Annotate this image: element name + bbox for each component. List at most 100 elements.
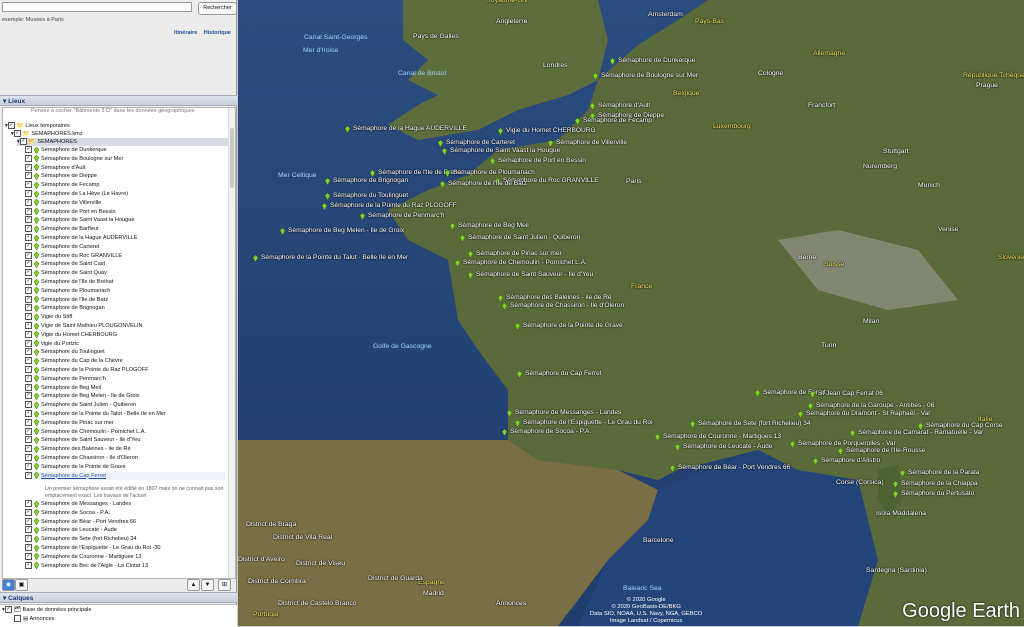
move-down-icon[interactable]: ▼	[201, 579, 214, 591]
placemark-item[interactable]: ✓ Sémaphore de Villerville	[25, 198, 101, 207]
placemark-item[interactable]: ✓ Sémaphore de Saint Quay	[25, 269, 107, 277]
checkbox[interactable]: ✓	[4, 606, 12, 614]
pushpin-icon[interactable]	[516, 370, 523, 380]
pushpin-icon[interactable]	[589, 102, 596, 112]
placemark-map-label[interactable]: Sémaphore de la Hague AUDERVILLE	[353, 125, 467, 132]
placemark-map-label[interactable]: Sémaphore de Carteret	[446, 139, 515, 146]
placemark-item[interactable]: ✓ Sémaphore de Chassiron - Ile d'Oleron	[25, 454, 138, 462]
placemark-item[interactable]: ✓ Sémaphore du Cap Ferret	[25, 471, 225, 480]
checkbox[interactable]: ✓	[25, 401, 32, 409]
pushpin-icon[interactable]	[609, 57, 616, 67]
placemark-item[interactable]: ✓ Vigie du Homet CHERBOURG	[25, 330, 117, 339]
placemark-map-label[interactable]: Sémaphore de l'Espiguette - Le Grau du R…	[523, 419, 653, 426]
placemark-map-label[interactable]: Sémaphore de Saint Julien - Quiberon	[468, 234, 580, 241]
pushpin-icon[interactable]	[892, 480, 899, 490]
pushpin-icon[interactable]	[574, 117, 581, 127]
placemark-map-label[interactable]: Sémaphore de Leucate - Aude	[683, 443, 772, 450]
checkbox[interactable]: ✓	[25, 286, 32, 294]
placemark-item[interactable]: ✓ Sémaphore du Roc GRANVILLE	[25, 251, 122, 260]
placemark-item[interactable]: ✓ Sémaphore des Baleines - ile de Ré	[25, 445, 131, 453]
placemark-item[interactable]: ✓ Sémaphore de La Hève (Le Havre)	[25, 190, 128, 198]
checkbox[interactable]: ✓	[25, 278, 32, 286]
pushpin-icon[interactable]	[454, 259, 461, 269]
placemark-map-label[interactable]: Sémaphore du Cap Ferret	[525, 370, 602, 377]
placemark-map-label[interactable]: Sémaphore du Dramont - St Raphaël - Var	[806, 410, 931, 417]
tour-icon[interactable]: ◉	[2, 579, 15, 591]
placemark-item[interactable]: ✓ Sémaphore de l'Ile de Batz	[25, 295, 108, 304]
placemark-item[interactable]: ✓ Sémaphore du Toulinguet	[25, 348, 105, 356]
placemark-map-label[interactable]: Sémaphore de Port en Bessin	[498, 157, 586, 164]
checkbox[interactable]: ✓	[25, 427, 32, 435]
pushpin-icon[interactable]	[321, 202, 328, 212]
placemark-item[interactable]: ✓ Sémaphore de Couronne - Martiguee 13	[25, 552, 141, 561]
pushpin-icon[interactable]	[849, 429, 856, 439]
layer-item-annonces[interactable]: ▤ Annonces	[14, 615, 54, 623]
layer-item-db[interactable]: ▾✓ 🗂 Base de données principale	[2, 606, 92, 614]
pushpin-icon[interactable]	[797, 410, 804, 420]
placemark-item[interactable]: ✓ Sémaphore du Cap de la Chèvre	[25, 357, 123, 365]
checkbox[interactable]: ✓	[25, 313, 32, 321]
placemark-map-label[interactable]: St Jean Cap Ferrat 06	[818, 390, 883, 397]
checkbox[interactable]: ✓	[25, 526, 32, 534]
tree-item-kmz[interactable]: ▾✓ 📁 SEMAPHORES.kmz	[11, 130, 83, 138]
placemark-map-label[interactable]: Sémaphore de la Pointe du Raz PLOGOFF	[330, 202, 457, 209]
placemark-item[interactable]: ✓ Sémaphore de Chemoulin - Pornichet L.A.	[25, 427, 146, 436]
checkbox[interactable]: ✓	[25, 462, 32, 470]
checkbox[interactable]: ✓	[25, 383, 32, 391]
placemark-map-label[interactable]: Sémaphore de Boulogne sur Mer	[601, 72, 698, 79]
pushpin-icon[interactable]	[917, 422, 924, 432]
placemark-item[interactable]: ✓ Sémaphore de Piriac sur mer	[25, 418, 114, 427]
layers-panel-header[interactable]: ▾ Calques	[0, 592, 237, 603]
checkbox[interactable]: ✓	[25, 535, 32, 543]
pushpin-icon[interactable]	[754, 389, 761, 399]
placemark-map-label[interactable]: Sémaphore d'Ault	[598, 102, 650, 109]
placemark-item[interactable]: ✓ Sémaphore de l'Espiguette - Le Grau du …	[25, 544, 161, 552]
placemark-map-label[interactable]: Sémaphore de Couronne - Martigues 13	[663, 433, 781, 440]
placemark-map-label[interactable]: Sémaphore de Porquerolles - Var	[798, 440, 896, 447]
checkbox[interactable]: ✓	[25, 216, 32, 224]
placemark-item[interactable]: ✓ Sémaphore de Saint Cast	[25, 260, 105, 268]
checkbox[interactable]: ✓	[25, 260, 32, 268]
placemark-map-label[interactable]: Sémaphore de Villerville	[556, 139, 627, 146]
pushpin-icon[interactable]	[892, 490, 899, 500]
pushpin-icon[interactable]	[344, 125, 351, 135]
placemark-item[interactable]: ✓ Sémaphore de Brignogan	[25, 304, 105, 312]
checkbox[interactable]: ✓	[25, 561, 32, 569]
placemark-item[interactable]: ✓ Sémaphore de Penmarc'h	[25, 374, 106, 383]
pushpin-icon[interactable]	[809, 390, 816, 400]
placemark-map-label[interactable]: Sémaphore de la Parata	[908, 469, 979, 476]
placemark-map-label[interactable]: Sémaphore de Beg Meil	[458, 222, 529, 229]
pushpin-icon[interactable]	[592, 72, 599, 82]
checkbox[interactable]: ✓	[25, 471, 32, 479]
checkbox[interactable]: ✓	[25, 436, 32, 444]
placemark-item[interactable]: ✓ Sémaphore de Port en Bessin	[25, 207, 116, 216]
pushpin-icon[interactable]	[669, 464, 676, 474]
placemark-item[interactable]: ✓ Sémaphore de Dunkerque	[25, 146, 107, 154]
placemark-item[interactable]: ✓ Sémaphore de la Pointe du Talut - Belle…	[25, 410, 166, 418]
placemark-map-label[interactable]: Sémaphore de Beg Melen - Ile de Groix	[288, 227, 404, 234]
placemark-map-label[interactable]: Sémaphore du Pertusato	[901, 490, 974, 497]
placemark-item[interactable]: ✓ Sémaphore de Dieppe	[25, 172, 97, 180]
pushpin-icon[interactable]	[449, 222, 456, 232]
placemark-map-label[interactable]: Sémaphore de l'Ile de Bréhat	[378, 169, 463, 176]
placemark-map-label[interactable]: Sémaphore de Chemoulin - Pornichet L.A.	[463, 259, 587, 266]
checkbox[interactable]: ✓	[25, 348, 32, 356]
pushpin-icon[interactable]	[441, 147, 448, 157]
placemark-item[interactable]: ✓ Sémaphore de Barfleur	[25, 225, 99, 233]
placemark-item[interactable]: ✓ Vigie de Saint Mathieu PLOUGONVELIN	[25, 322, 143, 330]
placemark-map-label[interactable]: Sémaphore de Penmarc'h	[368, 212, 444, 219]
placemark-item[interactable]: ✓ Sémaphore de Socoa - P.A.	[25, 508, 110, 517]
checkbox[interactable]: ✓	[25, 418, 32, 426]
checkbox[interactable]: ✓	[25, 198, 32, 206]
move-up-icon[interactable]: ▲	[187, 579, 200, 591]
checkbox[interactable]: ✓	[13, 130, 21, 138]
pushpin-icon[interactable]	[514, 322, 521, 332]
checkbox[interactable]: ✓	[25, 207, 32, 215]
placemark-item[interactable]: ✓ Sémaphore de la Pointe du Raz PLOGOFF	[25, 366, 149, 374]
checkbox[interactable]: ✓	[25, 269, 32, 277]
checkbox[interactable]: ✓	[25, 190, 32, 198]
pushpin-icon[interactable]	[444, 169, 451, 179]
placemark-map-label[interactable]: Sémaphore de la Pointe du Talut - Belle …	[261, 254, 408, 261]
pushpin-icon[interactable]	[497, 127, 504, 137]
placemark-map-label[interactable]: Sémaphore de la Pointe de Grave	[523, 322, 623, 329]
